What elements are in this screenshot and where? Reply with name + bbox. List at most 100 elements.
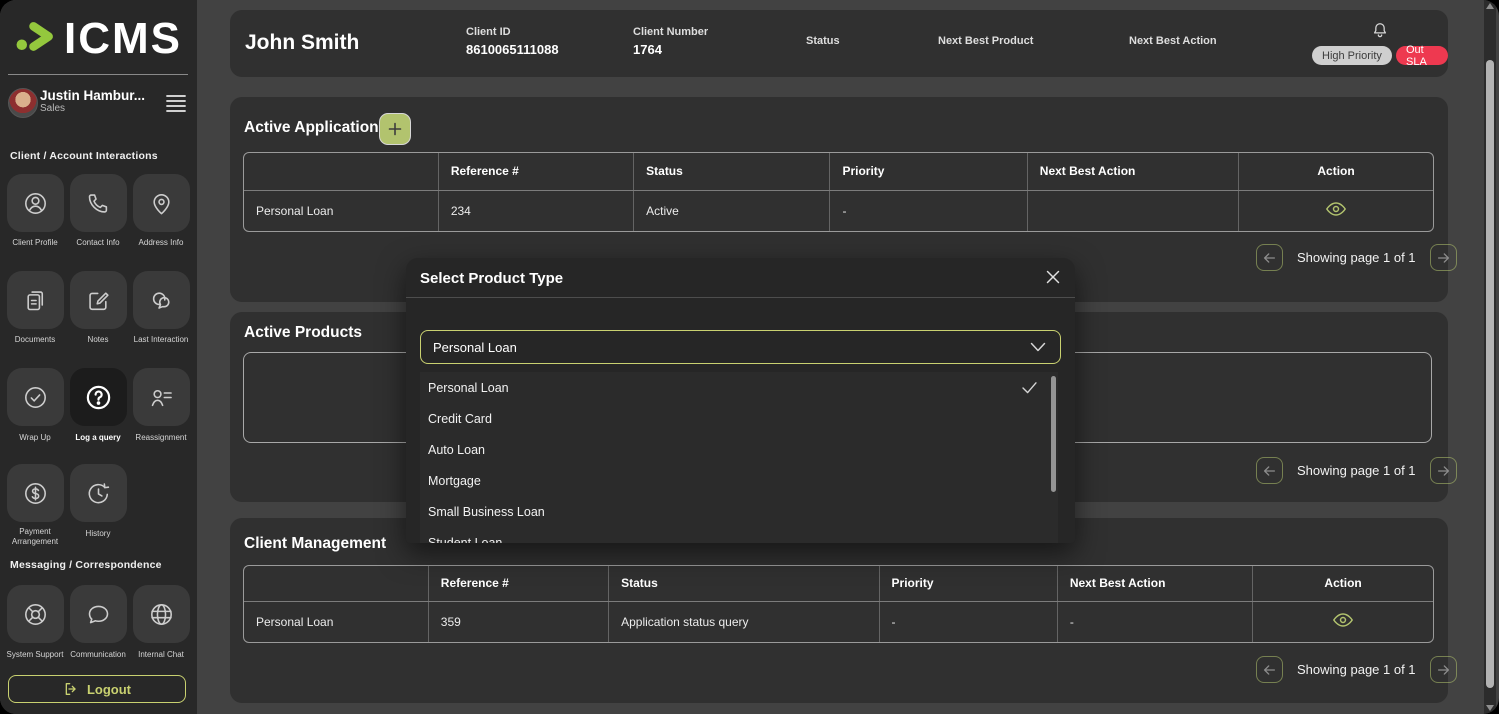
user-avatar: [8, 88, 38, 118]
scrollbar-down-arrow[interactable]: [1486, 705, 1494, 711]
status-label: Status: [806, 35, 840, 47]
client-management-table: Reference # Status Priority Next Best Ac…: [243, 565, 1434, 643]
sidebar-item-address-info[interactable]: [133, 174, 190, 232]
cell-product: Personal Loan: [244, 601, 428, 642]
sidebar-item-label: System Support: [7, 650, 64, 659]
sidebar-item-label: Documents: [15, 335, 55, 344]
client-number-value: 1764: [633, 42, 708, 57]
sidebar-item-label: Wrap Up: [19, 433, 50, 442]
eye-icon: [1332, 612, 1354, 628]
sidebar-item-label: Reassignment: [135, 433, 186, 442]
hamburger-icon[interactable]: [164, 93, 188, 113]
col-header-reference: Reference #: [438, 153, 633, 190]
eye-icon: [1325, 201, 1347, 217]
icms-application-window: ICMS Justin Hambur... Sales Client / Acc…: [0, 0, 1499, 714]
table-row: Personal Loan 234 Active -: [244, 190, 1433, 231]
sidebar-item-wrap-up[interactable]: [7, 368, 64, 426]
app-logo: ICMS: [14, 14, 182, 64]
dropdown-option-credit-card[interactable]: Credit Card: [420, 403, 1058, 434]
dropdown-option-personal-loan[interactable]: Personal Loan: [420, 372, 1058, 403]
view-application-button[interactable]: [1325, 201, 1347, 217]
dropdown-scrollbar-thumb[interactable]: [1051, 376, 1056, 492]
prev-page-button[interactable]: [1256, 656, 1283, 683]
map-pin-icon: [148, 190, 175, 217]
active-products-pagination: Showing page 1 of 1: [1256, 457, 1457, 484]
logout-button[interactable]: Logout: [8, 675, 186, 703]
select-value: Personal Loan: [433, 340, 517, 355]
active-application-pagination: Showing page 1 of 1: [1256, 244, 1457, 271]
note-edit-icon: [85, 287, 112, 314]
question-circle-icon: [84, 383, 113, 412]
chat-bubble-icon: [85, 601, 112, 628]
dropdown-option-small-business-loan[interactable]: Small Business Loan: [420, 496, 1058, 527]
client-id-label: Client ID: [466, 26, 559, 38]
sidebar-item-history[interactable]: [70, 464, 127, 522]
col-header-action: Action: [1253, 566, 1433, 601]
sidebar-item-internal-chat[interactable]: [133, 585, 190, 643]
next-best-product-field: Next Best Product: [938, 35, 1033, 51]
col-header-product: [244, 153, 438, 190]
cell-product: Personal Loan: [244, 190, 438, 231]
sidebar-item-log-a-query[interactable]: [70, 368, 127, 426]
chevron-down-icon: [1030, 342, 1046, 352]
option-label: Mortgage: [428, 474, 481, 488]
logo-text: ICMS: [64, 14, 182, 64]
sidebar-item-label: Last Interaction: [134, 335, 189, 344]
dropdown-option-student-loan[interactable]: Student Loan: [420, 527, 1058, 543]
client-header-card: John Smith Client ID 8610065111088 Clien…: [230, 10, 1448, 77]
close-icon[interactable]: [1045, 269, 1061, 285]
sidebar-item-label: Internal Chat: [138, 650, 184, 659]
active-application-title: Active Application: [244, 119, 379, 137]
product-type-select[interactable]: Personal Loan: [420, 330, 1061, 364]
active-products-title: Active Products: [244, 324, 362, 342]
prev-page-button[interactable]: [1256, 457, 1283, 484]
sidebar-item-system-support[interactable]: [7, 585, 64, 643]
select-product-type-modal: Select Product Type Personal Loan Person…: [406, 258, 1075, 543]
client-name: John Smith: [245, 31, 359, 55]
arrow-left-icon: [1263, 252, 1276, 264]
sidebar-item-communication[interactable]: [70, 585, 127, 643]
pagination-text: Showing page 1 of 1: [1297, 463, 1416, 478]
sidebar: ICMS Justin Hambur... Sales Client / Acc…: [0, 0, 197, 714]
option-label: Student Loan: [428, 536, 502, 544]
sidebar-item-contact-info[interactable]: [70, 174, 127, 232]
page-scrollbar-thumb[interactable]: [1486, 60, 1494, 688]
sidebar-item-client-profile[interactable]: [7, 174, 64, 232]
arrow-right-icon: [1437, 465, 1450, 477]
product-type-dropdown: Personal Loan Credit Card Auto Loan Mort…: [420, 372, 1058, 543]
prev-page-button[interactable]: [1256, 244, 1283, 271]
sidebar-item-documents[interactable]: [7, 271, 64, 329]
section-label-messaging: Messaging / Correspondence: [10, 559, 162, 571]
option-label: Small Business Loan: [428, 505, 545, 519]
user-role: Sales: [40, 103, 160, 114]
chat-bubbles-icon: [148, 287, 175, 314]
arrow-right-icon: [1437, 664, 1450, 676]
arrow-right-icon: [1437, 252, 1450, 264]
add-application-button[interactable]: [379, 113, 411, 145]
sidebar-item-label: Contact Info: [76, 238, 119, 247]
logout-icon: [63, 681, 79, 697]
cell-reference: 234: [438, 190, 633, 231]
sidebar-item-reassignment[interactable]: [133, 368, 190, 426]
sidebar-item-payment-arrangement[interactable]: [7, 464, 64, 522]
dropdown-option-mortgage[interactable]: Mortgage: [420, 465, 1058, 496]
scrollbar-up-arrow[interactable]: [1486, 3, 1494, 9]
active-application-table: Reference # Status Priority Next Best Ac…: [243, 152, 1434, 232]
pagination-text: Showing page 1 of 1: [1297, 662, 1416, 677]
next-page-button[interactable]: [1430, 656, 1457, 683]
sidebar-item-notes[interactable]: [70, 271, 127, 329]
user-circle-icon: [22, 190, 49, 217]
dollar-circle-icon: [22, 480, 49, 507]
out-sla-badge: Out SLA: [1396, 46, 1448, 65]
sidebar-item-last-interaction[interactable]: [133, 271, 190, 329]
cell-status: Application status query: [609, 601, 879, 642]
dropdown-option-auto-loan[interactable]: Auto Loan: [420, 434, 1058, 465]
option-label: Personal Loan: [428, 381, 509, 395]
next-page-button[interactable]: [1430, 244, 1457, 271]
next-page-button[interactable]: [1430, 457, 1457, 484]
client-management-pagination: Showing page 1 of 1: [1256, 656, 1457, 683]
modal-divider: [406, 297, 1075, 298]
bell-icon[interactable]: [1370, 20, 1390, 40]
view-query-button[interactable]: [1332, 612, 1354, 628]
col-header-status: Status: [609, 566, 879, 601]
